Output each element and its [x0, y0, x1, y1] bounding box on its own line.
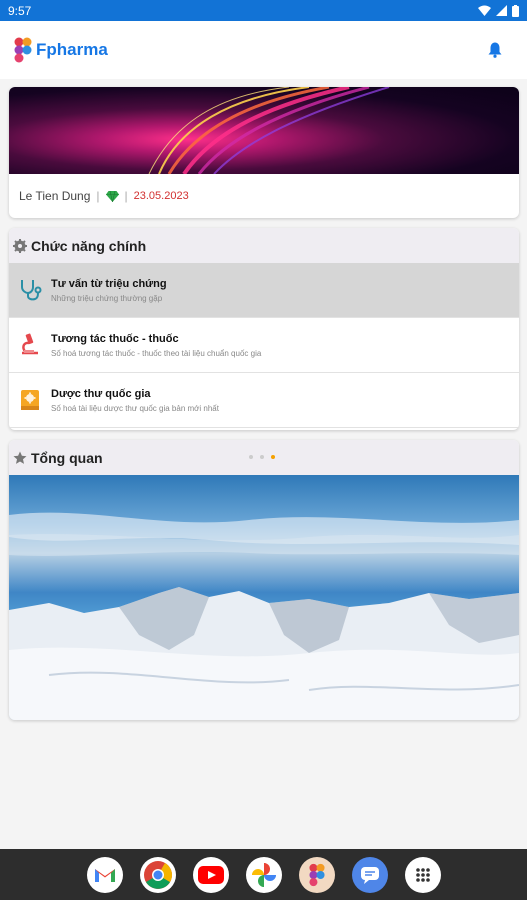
- separator: |: [124, 189, 128, 203]
- messages-icon[interactable]: [351, 856, 388, 893]
- function-title: Tư vấn từ triệu chứng: [51, 277, 167, 290]
- microscope-icon: [17, 332, 43, 358]
- carousel-dot[interactable]: [260, 455, 264, 459]
- notification-button[interactable]: [483, 38, 507, 62]
- gmail-icon[interactable]: [86, 856, 123, 893]
- app-logo: Fpharma: [14, 37, 108, 63]
- wifi-icon: [478, 5, 491, 16]
- function-item-text: Tương tác thuốc - thuốc Số hoá tương tác…: [51, 333, 261, 358]
- function-item-symptom-consult[interactable]: Tư vấn từ triệu chứng Những triệu chứng …: [9, 263, 519, 318]
- status-bar: 9:57: [0, 0, 527, 21]
- signal-icon: [496, 5, 507, 16]
- fpharma-icon[interactable]: [298, 856, 335, 893]
- apps-icon[interactable]: [404, 856, 441, 893]
- user-info-row: Le Tien Dung | | 23.05.2023: [9, 174, 519, 218]
- mountain-image: [9, 512, 519, 720]
- gear-icon: [13, 238, 27, 253]
- banner-swirl-image: [148, 87, 390, 174]
- section-title: Chức năng chính: [31, 237, 147, 254]
- book-icon: [17, 387, 43, 413]
- member-date: 23.05.2023: [133, 190, 189, 202]
- fpharma-logo-icon: [14, 37, 32, 63]
- youtube-icon[interactable]: [192, 856, 229, 893]
- app-bar: Fpharma: [0, 21, 527, 79]
- app-title: Fpharma: [36, 40, 108, 59]
- main-functions-card: Chức năng chính Tư vấn từ triệu chứng Nh…: [9, 228, 519, 430]
- function-subtitle: Những triệu chứng thường gặp: [51, 293, 163, 303]
- profile-banner: [9, 87, 519, 174]
- function-subtitle: Số hoá tài liệu dược thư quốc gia bản mớ…: [51, 403, 219, 413]
- function-subtitle: Số hoá tương tác thuốc - thuốc theo tài …: [51, 348, 262, 358]
- chrome-icon[interactable]: [139, 856, 176, 893]
- carousel-dot-active[interactable]: [271, 455, 275, 459]
- function-item-drug-interaction[interactable]: Tương tác thuốc - thuốc Số hoá tương tác…: [9, 318, 519, 373]
- photos-icon[interactable]: [245, 856, 282, 893]
- overview-card: Tổng quan: [9, 440, 519, 720]
- carousel-dot[interactable]: [249, 455, 253, 459]
- section-header: Chức năng chính: [9, 228, 519, 263]
- user-name: Le Tien Dung: [19, 189, 91, 203]
- function-title: Dược thư quốc gia: [51, 387, 151, 400]
- function-item-text: Dược thư quốc gia Số hoá tài liệu dược t…: [51, 388, 219, 413]
- function-item-national-pharmacopoeia[interactable]: Dược thư quốc gia Số hoá tài liệu dược t…: [9, 373, 519, 428]
- diamond-icon: [105, 190, 119, 202]
- star-icon: [13, 451, 27, 464]
- app-dock: [0, 849, 527, 900]
- section-title: Tổng quan: [31, 449, 103, 466]
- carousel-image[interactable]: [9, 475, 519, 720]
- carousel-indicator: [249, 455, 275, 459]
- function-title: Tương tác thuốc - thuốc: [51, 332, 179, 345]
- profile-card: Le Tien Dung | | 23.05.2023: [9, 87, 519, 218]
- stethoscope-icon: [17, 277, 43, 303]
- bell-icon: [488, 42, 502, 58]
- function-item-text: Tư vấn từ triệu chứng Những triệu chứng …: [51, 278, 167, 303]
- separator: |: [96, 189, 100, 203]
- battery-icon: [512, 4, 519, 17]
- status-time: 9:57: [8, 3, 32, 18]
